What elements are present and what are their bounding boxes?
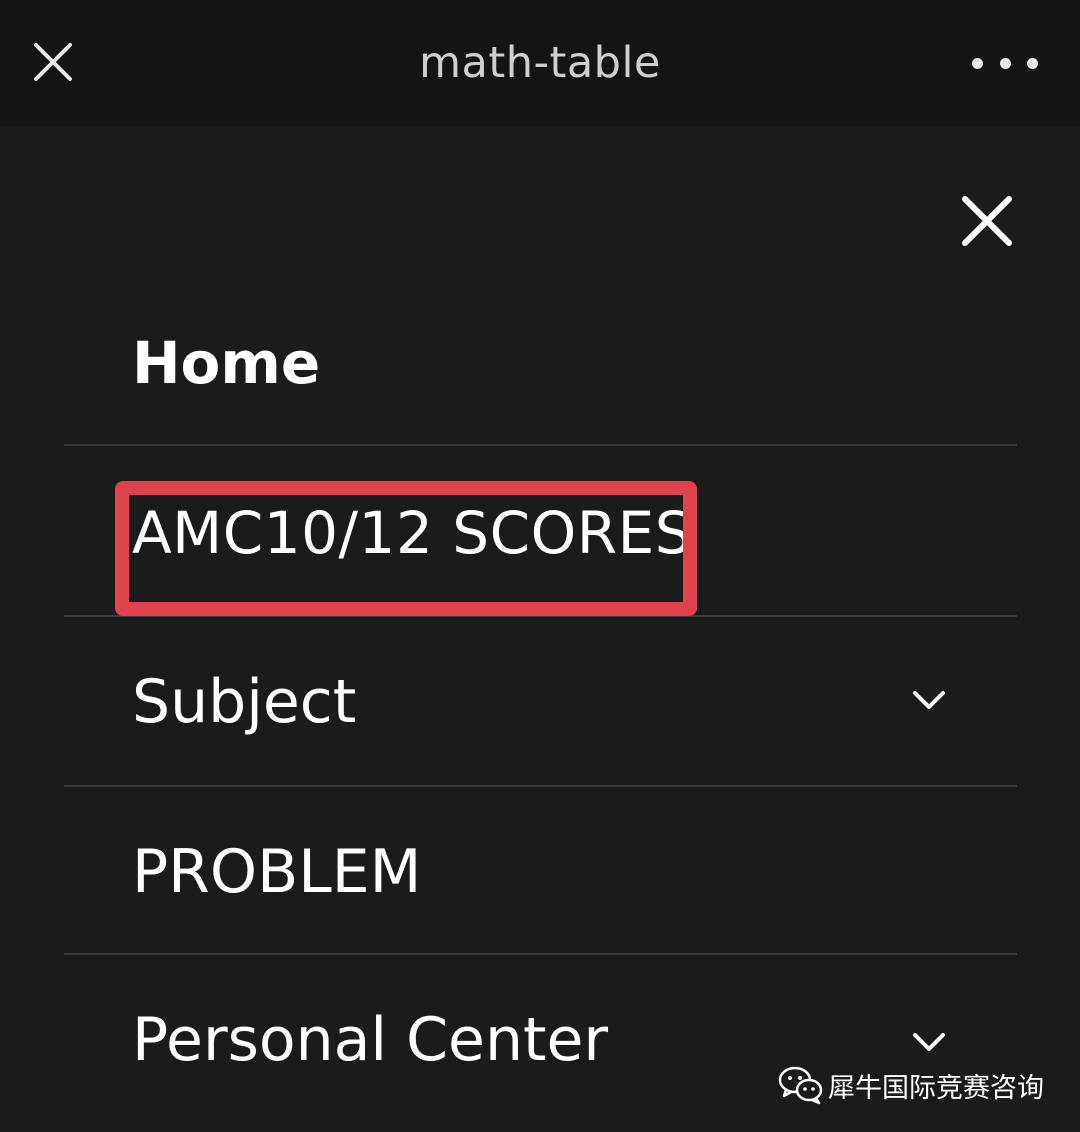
watermark-text: 犀牛国际竞赛咨询 <box>828 1072 1044 1104</box>
menu-item-home[interactable]: Home <box>64 278 1017 446</box>
menu-item-label: Personal Center <box>132 1005 609 1075</box>
menu-item-label: Subject <box>132 667 357 737</box>
menu-item-subject[interactable]: Subject <box>64 617 1017 787</box>
top-bar: math-table <box>0 0 1080 126</box>
highlight-annotation-box <box>115 481 697 616</box>
more-dot <box>999 57 1011 69</box>
more-dot <box>972 57 983 69</box>
chevron-down-icon[interactable] <box>910 688 948 712</box>
watermark: 犀牛国际竞赛咨询 <box>778 1062 1044 1108</box>
wechat-icon <box>778 1065 824 1105</box>
more-dot <box>1027 57 1038 69</box>
more-horizontal-icon[interactable] <box>972 48 1038 78</box>
page-title: math-table <box>419 38 661 88</box>
menu-item-problem[interactable]: PROBLEM <box>64 787 1017 955</box>
menu-item-label: Home <box>132 329 321 397</box>
chevron-down-icon[interactable] <box>910 1030 948 1054</box>
menu-item-label: PROBLEM <box>132 837 422 907</box>
close-icon[interactable] <box>958 192 1016 250</box>
